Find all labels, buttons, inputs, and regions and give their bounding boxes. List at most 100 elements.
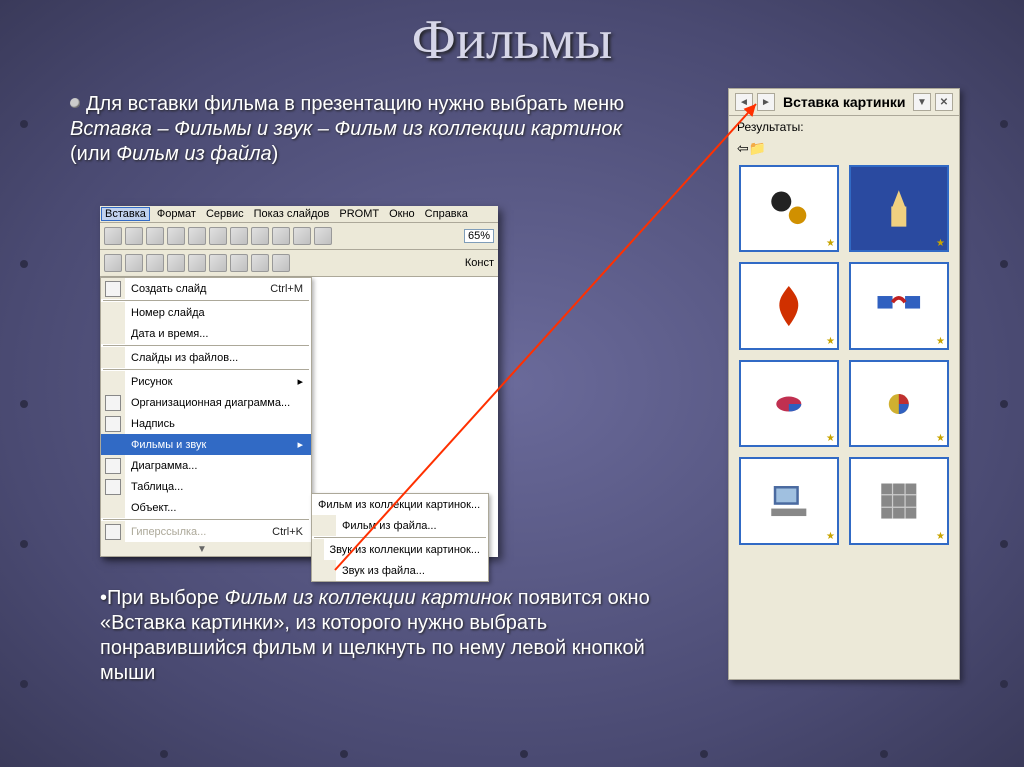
thumb-fire[interactable]	[739, 262, 839, 349]
toolbar-icon[interactable]	[188, 254, 206, 272]
pane-back-row[interactable]: ⇦📁	[729, 138, 959, 159]
folder-up-icon: ⇦📁	[737, 140, 766, 156]
menu-item[interactable]: Рисунок▸	[101, 371, 311, 392]
submenu-item-label: Звук из коллекции картинок...	[330, 544, 481, 556]
toolbar-icon[interactable]	[125, 254, 143, 272]
toolbar-icon[interactable]	[230, 254, 248, 272]
thumb-pie-3d[interactable]	[739, 360, 839, 447]
pane-close-icon[interactable]: ✕	[935, 93, 953, 111]
menu-screenshot: Вставка Формат Сервис Показ слайдов PROM…	[100, 206, 498, 557]
menu-item[interactable]: Объект...	[101, 497, 311, 518]
slide-title: Фильмы	[0, 8, 1024, 72]
pane-dropdown-icon[interactable]: ▼	[913, 93, 931, 111]
nav-forward-icon[interactable]: ►	[757, 93, 775, 111]
toolbar-icon[interactable]	[230, 227, 248, 245]
submenu-item[interactable]: Звук из коллекции картинок...	[312, 539, 488, 560]
toolbar-icon[interactable]	[167, 227, 185, 245]
pane-results-label: Результаты:	[729, 116, 959, 138]
menu-item-accel: Ctrl+M	[270, 283, 303, 295]
thumb-computer[interactable]	[739, 457, 839, 544]
menubar-item-help[interactable]: Справка	[425, 208, 468, 220]
menu-item[interactable]: Фильмы и звук▸	[101, 434, 311, 455]
menu-item-icon	[105, 281, 121, 297]
menu-item[interactable]: Таблица...	[101, 476, 311, 497]
menubar: Вставка Формат Сервис Показ слайдов PROM…	[100, 206, 498, 223]
fire-icon	[760, 281, 818, 331]
submenu-arrow-icon: ▸	[287, 375, 303, 388]
menu-expand-chevrons[interactable]: ▼	[101, 542, 311, 556]
submenu-item[interactable]: Звук из файла...	[312, 560, 488, 581]
pane-title: Вставка картинки	[783, 94, 906, 110]
toolbar-icon[interactable]	[314, 227, 332, 245]
menubar-item-format[interactable]: Формат	[157, 208, 196, 220]
submenu-item-label: Фильм из коллекции картинок...	[318, 499, 480, 511]
menu-item-label: Таблица...	[131, 481, 303, 493]
bullet-icon	[70, 98, 80, 108]
thumb-pie-flat[interactable]	[849, 360, 949, 447]
toolbar-icon[interactable]	[146, 254, 164, 272]
menubar-item-promt[interactable]: PROMT	[339, 208, 379, 220]
menubar-item-service[interactable]: Сервис	[206, 208, 244, 220]
toolbar-icon[interactable]	[209, 254, 227, 272]
toolbar-icon[interactable]	[209, 227, 227, 245]
menu-item-icon	[105, 458, 121, 474]
menu-item-label: Диаграмма...	[131, 460, 303, 472]
intro-italic: Вставка – Фильмы и звук – Фильм из колле…	[70, 118, 622, 140]
menu-item-icon	[105, 524, 121, 540]
menu-item-label: Организационная диаграмма...	[131, 397, 303, 409]
menu-item[interactable]: Надпись	[101, 413, 311, 434]
toolbar-const-label: Конст	[465, 257, 494, 269]
intro-tail: (или	[70, 143, 116, 165]
menu-item[interactable]: Гиперссылка... Ctrl+K	[101, 521, 311, 542]
submenu-arrow-icon: ▸	[287, 438, 303, 451]
thumb-chess[interactable]	[849, 165, 949, 252]
menu-item[interactable]: Создать слайдCtrl+M	[101, 278, 311, 299]
toolbar-icon[interactable]	[188, 227, 206, 245]
menu-item-label: Фильмы и звук	[131, 439, 287, 451]
menu-item-label: Рисунок	[131, 376, 287, 388]
submenu-item[interactable]: Фильм из файла...	[312, 515, 488, 536]
toolbar-icon[interactable]	[251, 254, 269, 272]
menu-item-icon	[105, 479, 121, 495]
menu-item-icon	[105, 416, 121, 432]
thumb-grid[interactable]	[849, 457, 949, 544]
toolbar-icon[interactable]	[293, 227, 311, 245]
menu-item-label: Объект...	[131, 502, 303, 514]
menu-item-label: Надпись	[131, 418, 303, 430]
toolbar-icon[interactable]	[146, 227, 164, 245]
toolbar-icon[interactable]	[251, 227, 269, 245]
thumb-network[interactable]	[849, 262, 949, 349]
chess-icon	[870, 184, 928, 234]
gears-icon	[760, 184, 818, 234]
menu-item-icon	[105, 395, 121, 411]
insert-dropdown: Создать слайдCtrl+M Номер слайдаДата и вр…	[100, 277, 312, 557]
grid-icon	[870, 476, 928, 526]
menu-item-label: Гиперссылка...	[131, 526, 252, 538]
thumb-gears[interactable]	[739, 165, 839, 252]
menu-item-accel: Ctrl+K	[272, 526, 303, 538]
menubar-item-window[interactable]: Окно	[389, 208, 415, 220]
menu-item[interactable]: Организационная диаграмма...	[101, 392, 311, 413]
note-italic: Фильм из коллекции картинок	[225, 587, 518, 609]
clipart-pane: ◄ ► Вставка картинки ▼ ✕ Результаты: ⇦📁	[728, 88, 960, 680]
menu-item[interactable]: Номер слайда	[101, 302, 311, 323]
toolbar-icon[interactable]	[272, 227, 290, 245]
note-text: •При выборе Фильм из коллекции картинок …	[100, 586, 660, 686]
toolbar-icon[interactable]	[167, 254, 185, 272]
menubar-item-slideshow[interactable]: Показ слайдов	[254, 208, 330, 220]
toolbar-icon[interactable]	[272, 254, 290, 272]
menu-item[interactable]: Диаграмма...	[101, 455, 311, 476]
menubar-item-insert[interactable]: Вставка	[101, 207, 150, 221]
pie-flat-icon	[870, 379, 928, 429]
toolbar-icon[interactable]	[125, 227, 143, 245]
submenu-item-label: Фильм из файла...	[342, 520, 480, 532]
toolbar-icon[interactable]	[104, 254, 122, 272]
zoom-value[interactable]: 65%	[464, 229, 494, 243]
note-lead: •При выборе	[100, 587, 225, 609]
menu-item[interactable]: Слайды из файлов...	[101, 347, 311, 368]
submenu-item[interactable]: Фильм из коллекции картинок...	[312, 494, 488, 515]
thumbnail-grid	[729, 159, 959, 551]
toolbar-icon[interactable]	[104, 227, 122, 245]
menu-item[interactable]: Дата и время...	[101, 323, 311, 344]
nav-back-icon[interactable]: ◄	[735, 93, 753, 111]
